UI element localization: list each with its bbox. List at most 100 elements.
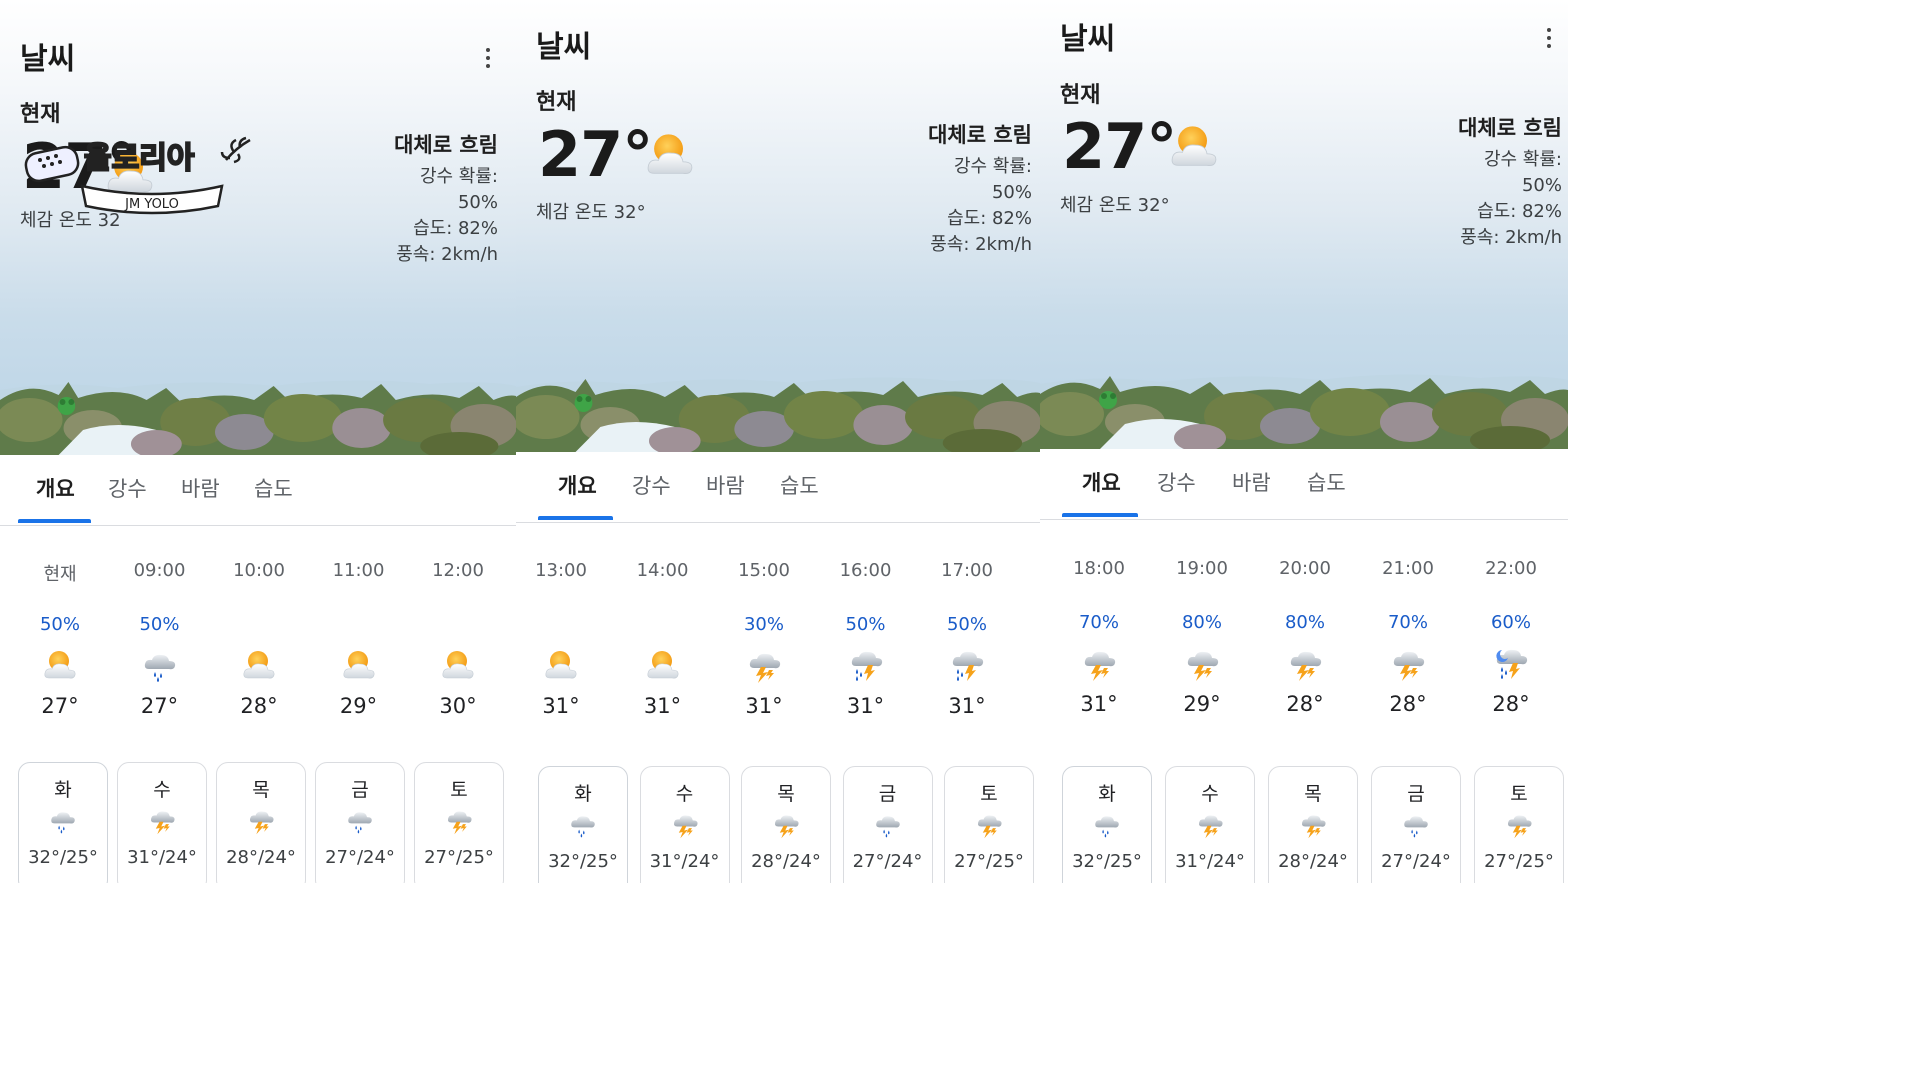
tab-precipitation[interactable]: 강수 [632, 470, 671, 500]
day-card[interactable]: 화 32°/25° [538, 766, 628, 883]
tab-indicator [1062, 513, 1138, 517]
hour-temp: 28° [1286, 692, 1324, 716]
hour-temp: 30° [439, 694, 477, 718]
thunderstorm-icon [975, 811, 1003, 839]
thunderstorm-icon [671, 811, 699, 839]
thunderstorm-icon [247, 807, 275, 835]
temp-range: 27°/24° [325, 847, 395, 868]
precip-probability: 50% [845, 614, 886, 635]
temp-range: 27°/24° [1381, 851, 1451, 872]
hour-temp: 31° [745, 694, 783, 718]
day-card[interactable]: 토 27°/25° [1474, 766, 1564, 883]
tab-precipitation[interactable]: 강수 [108, 473, 147, 503]
tab-overview[interactable]: 개요 [36, 473, 75, 503]
day-card[interactable]: 토 27°/25° [414, 762, 504, 883]
day-name: 토 [1510, 783, 1528, 805]
weather-details: 대체로 흐림 강수 확률: 50% 습도: 82% 풍속: 2km/h [922, 120, 1032, 258]
hour-time: 21:00 [1382, 558, 1434, 579]
day-card[interactable]: 수 31°/24° [639, 766, 730, 883]
page-title: 날씨 [1060, 22, 1116, 57]
hour-temp: 31° [1080, 692, 1118, 716]
humidity: 습도: 82% [1477, 201, 1562, 222]
hour-time: 13:00 [535, 560, 587, 581]
day-card[interactable]: 금 27°/24° [1371, 766, 1461, 883]
hour-time: 18:00 [1073, 558, 1125, 579]
hour-temp: 28° [240, 694, 278, 718]
weather-panel-3: 날씨 현재 27° 체감 온도 32° 대체로 흐림 강수 확률: 50% 습도… [1040, 0, 1568, 883]
temp-range: 27°/25° [1484, 851, 1554, 872]
day-name: 토 [450, 779, 468, 801]
day-card[interactable]: 화 32°/25° [18, 762, 108, 883]
tab-wind[interactable]: 바람 [706, 470, 745, 500]
day-card[interactable]: 화 32°/25° [1062, 766, 1152, 883]
more-options-icon[interactable] [484, 46, 492, 70]
tab-wind[interactable]: 바람 [1232, 467, 1271, 497]
rain-cloud-icon [1402, 811, 1430, 839]
temp-range: 31°/24° [1175, 851, 1245, 872]
temp-range: 32°/25° [1072, 851, 1142, 872]
hour-time: 12:00 [432, 560, 484, 581]
weather-details: 대체로 흐림 강수 확률: 50% 습도: 82% 풍속: 2km/h [388, 130, 498, 268]
hour-time: 22:00 [1485, 558, 1537, 579]
more-options-icon[interactable] [1545, 26, 1553, 50]
hour-temp: 28° [1492, 692, 1530, 716]
hour-time: 10:00 [233, 560, 285, 581]
temp-range: 28°/24° [226, 847, 296, 868]
humidity: 습도: 82% [947, 208, 1032, 229]
hour-time: 17:00 [941, 560, 993, 581]
tab-wind[interactable]: 바람 [181, 473, 220, 503]
day-name: 금 [1407, 783, 1425, 805]
day-name: 토 [980, 783, 998, 805]
partly-cloudy-icon [640, 130, 700, 182]
rain-cloud-icon [346, 807, 374, 835]
wind-speed: 풍속: 2km/h [396, 244, 498, 265]
temp-range: 27°/24° [852, 851, 923, 872]
precip-probability: 30% [743, 614, 784, 635]
day-card[interactable]: 목 28°/24° [216, 762, 306, 883]
tab-precipitation[interactable]: 강수 [1157, 467, 1196, 497]
hour-time: 14:00 [636, 560, 689, 581]
thunderstorm-icon [148, 807, 176, 835]
day-card[interactable]: 토 27°/25° [944, 766, 1034, 883]
yoloria-sticker: 욜로리아 JM YOLO [24, 136, 251, 215]
precip-chance: 강수 확률: 50% [953, 156, 1032, 203]
tab-indicator [538, 516, 613, 520]
page-title: 날씨 [536, 30, 592, 65]
day-name: 수 [675, 783, 694, 805]
tab-humidity[interactable]: 습도 [254, 473, 293, 503]
day-card[interactable]: 수 31°/24° [1165, 766, 1255, 883]
day-card[interactable]: 수 31°/24° [117, 762, 207, 883]
tab-overview[interactable]: 개요 [1082, 467, 1121, 497]
day-card[interactable]: 목 28°/24° [1268, 766, 1358, 883]
tab-humidity[interactable]: 습도 [1307, 467, 1346, 497]
tab-overview[interactable]: 개요 [558, 470, 597, 500]
thunderstorm-icon [1299, 811, 1327, 839]
weather-details: 대체로 흐림 강수 확률: 50% 습도: 82% 풍속: 2km/h [1452, 113, 1562, 251]
precip-probability: 70% [1387, 612, 1428, 633]
day-name: 수 [153, 779, 171, 801]
day-name: 목 [252, 779, 270, 801]
day-card[interactable]: 금 27°/24° [842, 766, 933, 883]
hour-temp: 31° [846, 694, 885, 718]
now-label: 현재 [536, 90, 577, 115]
tab-indicator [18, 519, 91, 523]
hour-temp: 31° [643, 694, 682, 718]
temp-range: 27°/25° [954, 851, 1024, 872]
condition: 대체로 흐림 [1458, 116, 1562, 140]
current-temp: 27° [1062, 110, 1177, 183]
day-card[interactable]: 목 28°/24° [741, 766, 831, 883]
weather-panel-2: 날씨 현재 27° 체감 온도 32° 대체로 흐림 강수 확률: 50% 습도… [516, 0, 1040, 883]
condition: 대체로 흐림 [394, 133, 498, 157]
page-title: 날씨 [20, 42, 76, 77]
precip-chance: 강수 확률: 50% [419, 166, 498, 213]
hour-time: 15:00 [738, 560, 790, 581]
day-name: 금 [878, 783, 897, 805]
hour-temp: 31° [542, 694, 580, 718]
tab-humidity[interactable]: 습도 [780, 470, 819, 500]
day-name: 목 [777, 783, 795, 805]
day-name: 화 [1098, 783, 1116, 805]
hour-time: 20:00 [1279, 558, 1331, 579]
day-card[interactable]: 금 27°/24° [315, 762, 405, 883]
precip-probability: 80% [1284, 612, 1325, 633]
temp-range: 32°/25° [28, 847, 98, 868]
